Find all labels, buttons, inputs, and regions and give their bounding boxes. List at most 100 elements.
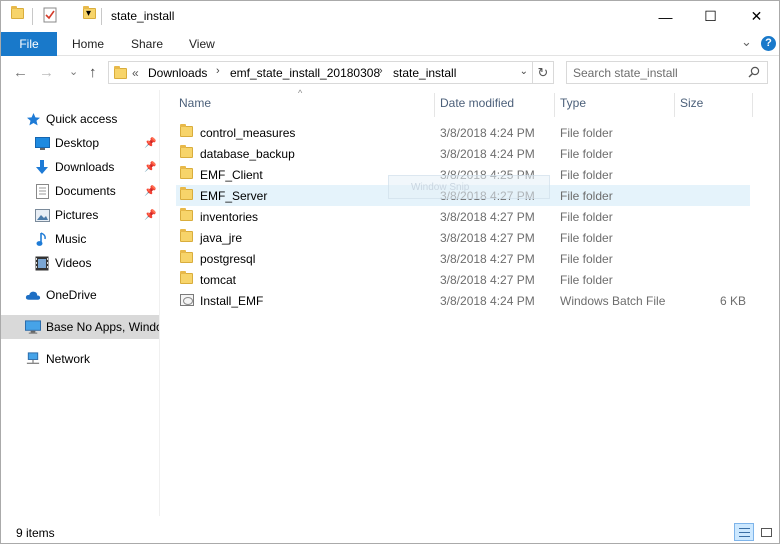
column-divider[interactable] [674,93,675,117]
sidebar-item-desktop[interactable]: Desktop 📌 [1,131,159,155]
explorer-window: ▾ state_install — ☐ ✕ File Home Share Vi… [0,0,780,544]
title-bar: ▾ state_install — ☐ ✕ [1,1,779,32]
file-name: EMF_Server [200,189,268,203]
folder-icon [180,187,193,200]
breadcrumb-separator[interactable]: › [216,65,220,77]
file-type: File folder [560,252,613,266]
breadcrumb-separator[interactable]: › [379,65,383,77]
sidebar-item-label: Documents [55,184,116,198]
table-row[interactable]: inventories 3/8/2018 4:27 PM File folder [176,206,750,227]
file-name: inventories [200,210,259,224]
address-bar[interactable]: « Downloads › emf_state_install_20180308… [108,61,533,84]
breadcrumb-emf-state-install[interactable]: emf_state_install_20180308 [230,66,380,80]
up-button[interactable]: ↑ [89,64,97,81]
ribbon-tabs: File Home Share View ⌄ ? [1,32,779,56]
divider [101,8,102,25]
sidebar-item-label: Network [46,352,91,366]
column-header-type[interactable]: Type [560,96,586,110]
folder-icon [180,145,193,158]
search-icon[interactable] [748,66,760,78]
details-view-button[interactable] [734,523,754,541]
file-size: 6 KB [719,294,746,308]
properties-icon[interactable] [43,7,57,26]
divider [32,8,33,25]
large-icons-view-button[interactable] [756,523,776,541]
column-header-size[interactable]: Size [680,96,703,110]
close-button[interactable]: ✕ [734,1,779,32]
folder-icon [180,124,193,137]
tab-home[interactable]: Home [72,32,104,56]
file-type: File folder [560,273,613,287]
back-button[interactable]: ← [13,64,28,81]
breadcrumb-downloads[interactable]: Downloads [148,66,207,80]
tab-file[interactable]: File [1,32,57,56]
file-type: File folder [560,210,613,224]
sort-ascending-icon: ^ [298,88,303,98]
recent-locations-button[interactable]: ⌄ [69,65,78,78]
table-row[interactable]: Install_EMF 3/8/2018 4:24 PM Windows Bat… [176,290,750,311]
file-list: ^ Name Date modified Type Size control_m… [161,88,779,516]
sidebar-item-quick-access[interactable]: Quick access [1,107,159,131]
file-type: File folder [560,231,613,245]
file-date: 3/8/2018 4:24 PM [440,147,535,161]
help-icon[interactable]: ? [761,36,776,51]
pin-icon[interactable]: 📌 [144,210,156,221]
breadcrumb-overflow[interactable]: « [132,66,139,80]
sidebar-item-network[interactable]: Network [1,347,159,371]
drag-ghost: Window Snip [388,175,550,199]
videos-icon [34,255,50,271]
refresh-button[interactable]: ↻ [533,61,554,84]
tab-view[interactable]: View [189,32,215,56]
sidebar-item-onedrive[interactable]: OneDrive [1,283,159,307]
search-box[interactable] [566,61,768,84]
file-name: EMF_Client [200,168,263,182]
file-date: 3/8/2018 4:27 PM [440,210,535,224]
address-dropdown-icon[interactable]: ⌄ [520,66,528,77]
computer-icon [25,319,41,335]
sidebar-item-videos[interactable]: Videos [1,251,159,275]
network-icon [25,351,41,367]
table-row[interactable]: tomcat 3/8/2018 4:27 PM File folder [176,269,750,290]
file-name: Install_EMF [200,294,264,308]
folder-icon [11,6,24,19]
table-row[interactable]: postgresql 3/8/2018 4:27 PM File folder [176,248,750,269]
folder-icon [180,166,193,179]
maximize-button[interactable]: ☐ [688,1,733,32]
file-date: 3/8/2018 4:27 PM [440,252,535,266]
sidebar-item-documents[interactable]: Documents 📌 [1,179,159,203]
table-row[interactable]: java_jre 3/8/2018 4:27 PM File folder [176,227,750,248]
sidebar-item-label: Quick access [46,112,118,126]
breadcrumb-state-install[interactable]: state_install [393,66,456,80]
sidebar-item-pictures[interactable]: Pictures 📌 [1,203,159,227]
sidebar-item-label: Music [55,232,87,246]
tab-share[interactable]: Share [131,32,163,56]
download-icon [34,159,50,175]
sidebar-item-label: OneDrive [46,288,97,302]
documents-icon [34,183,50,199]
file-type: File folder [560,147,613,161]
column-divider[interactable] [554,93,555,117]
expand-ribbon-icon[interactable]: ⌄ [741,34,752,50]
sidebar-item-music[interactable]: Music [1,227,159,251]
folder-icon [114,66,127,79]
pin-icon[interactable]: 📌 [144,138,156,149]
column-divider[interactable] [752,93,753,117]
sidebar-item-downloads[interactable]: Downloads 📌 [1,155,159,179]
column-divider[interactable] [434,93,435,117]
sidebar-item-label: Desktop [55,136,100,150]
forward-button[interactable]: → [39,64,54,81]
sidebar-item-this-pc[interactable]: Base No Apps, Windo [1,315,159,339]
navigation-bar: ← → ⌄ ↑ « Downloads › emf_state_install_… [1,56,779,90]
navigation-pane: Quick access Desktop 📌 Downloads 📌 Docum… [1,90,159,516]
batch-file-icon [180,294,194,306]
customize-quick-access-icon[interactable]: ▾ [86,8,91,19]
table-row[interactable]: control_measures 3/8/2018 4:24 PM File f… [176,122,750,143]
table-row[interactable]: database_backup 3/8/2018 4:24 PM File fo… [176,143,750,164]
search-input[interactable] [573,65,743,80]
minimize-button[interactable]: — [643,1,688,32]
pane-divider[interactable] [159,90,160,516]
column-header-name[interactable]: Name [179,96,211,110]
pin-icon[interactable]: 📌 [144,162,156,173]
pin-icon[interactable]: 📌 [144,186,156,197]
column-header-date-modified[interactable]: Date modified [440,96,514,110]
